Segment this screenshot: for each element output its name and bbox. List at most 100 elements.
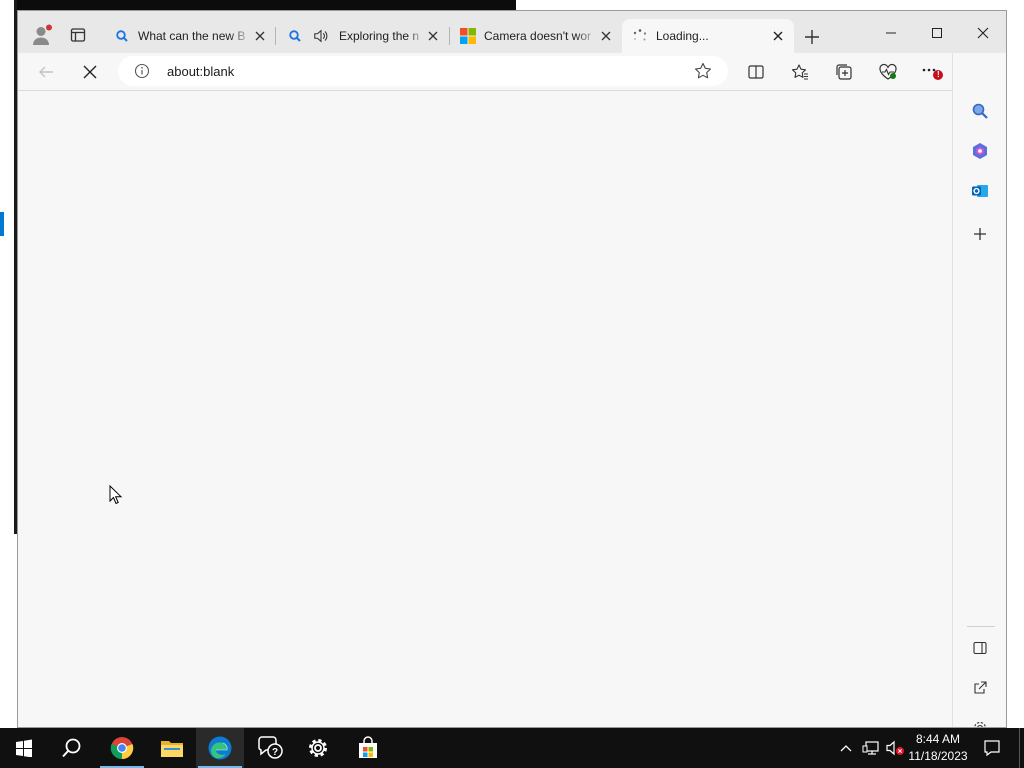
clock-time: 8:44 AM bbox=[915, 732, 961, 746]
tab-loading-active[interactable]: Loading... bbox=[622, 19, 794, 53]
volume-muted-icon bbox=[886, 740, 904, 756]
back-button[interactable] bbox=[32, 59, 60, 85]
search-icon bbox=[62, 738, 81, 758]
show-desktop-button[interactable] bbox=[1019, 728, 1024, 768]
sidebar-search-button[interactable] bbox=[966, 97, 994, 125]
heartbeat-icon bbox=[879, 63, 897, 80]
favorites-icon bbox=[791, 64, 808, 80]
collections-icon bbox=[836, 64, 852, 80]
minimize-icon bbox=[886, 32, 896, 34]
close-icon bbox=[773, 31, 783, 41]
file-explorer-icon bbox=[161, 741, 183, 757]
show-hidden-icons-button[interactable] bbox=[836, 728, 856, 768]
sidebar-settings-button[interactable] bbox=[966, 714, 994, 727]
notification-badge: ! bbox=[937, 70, 940, 79]
more-options-icon bbox=[922, 68, 943, 80]
start-button[interactable] bbox=[0, 728, 48, 768]
maximize-icon bbox=[932, 28, 942, 38]
info-icon[interactable] bbox=[134, 63, 150, 79]
settings-and-more-button[interactable]: ! bbox=[918, 59, 946, 85]
close-icon bbox=[601, 31, 611, 41]
tab-close-button[interactable] bbox=[252, 28, 268, 44]
action-center-button[interactable] bbox=[980, 728, 1004, 768]
tab-actions-icon bbox=[70, 28, 86, 42]
network-tray-button[interactable] bbox=[860, 728, 882, 768]
sidebar-outlook-button[interactable] bbox=[966, 177, 994, 205]
taskbar-file-explorer-button[interactable] bbox=[148, 728, 196, 768]
address-bar[interactable]: about:blank bbox=[118, 56, 728, 86]
gear-icon bbox=[974, 721, 986, 727]
taskbar-clock[interactable]: 8:44 AM 11/18/2023 bbox=[904, 731, 972, 765]
chrome-icon bbox=[110, 737, 134, 760]
sidebar-panel-icon bbox=[973, 641, 987, 655]
minimize-button[interactable] bbox=[868, 19, 914, 47]
plus-icon bbox=[974, 228, 986, 240]
tab-separator bbox=[275, 27, 276, 45]
new-tab-button[interactable] bbox=[802, 27, 822, 47]
tab-exploring-the-new[interactable]: Exploring the n bbox=[277, 19, 449, 53]
desktop-background bbox=[0, 0, 14, 728]
tab-title: Loading... bbox=[656, 29, 709, 43]
tab-actions-button[interactable] bbox=[66, 23, 90, 47]
close-icon bbox=[255, 31, 265, 41]
windows-start-icon bbox=[16, 739, 32, 757]
sidebar-copilot-button[interactable] bbox=[966, 137, 994, 165]
taskbar-search-button[interactable] bbox=[48, 728, 96, 768]
volume-tray-button[interactable] bbox=[884, 728, 906, 768]
navigation-toolbar: about:blank ! bbox=[18, 53, 1006, 91]
close-icon bbox=[977, 27, 989, 39]
chevron-up-icon bbox=[840, 745, 852, 752]
tab-bar: What can the new B Exploring the n Camer… bbox=[18, 11, 1006, 53]
plus-icon bbox=[805, 30, 819, 44]
store-icon bbox=[359, 736, 377, 758]
external-link-icon bbox=[974, 681, 987, 694]
outlook-icon bbox=[972, 185, 988, 197]
search-icon bbox=[972, 103, 988, 119]
tab-close-button[interactable] bbox=[598, 28, 614, 44]
tab-title: What can the new B bbox=[138, 29, 246, 43]
edge-browser-window: What can the new B Exploring the n Camer… bbox=[17, 10, 1007, 728]
copilot-icon bbox=[973, 143, 987, 159]
microsoft-logo-icon bbox=[460, 28, 476, 44]
maximize-button[interactable] bbox=[914, 19, 960, 47]
taskbar-store-button[interactable] bbox=[344, 728, 392, 768]
tab-close-button[interactable] bbox=[770, 28, 786, 44]
tab-camera-doesnt-work[interactable]: Camera doesn't wor bbox=[450, 19, 622, 53]
search-icon bbox=[114, 28, 130, 44]
address-bar-url[interactable]: about:blank bbox=[167, 64, 234, 79]
page-content-area[interactable] bbox=[18, 92, 952, 727]
tab-close-button[interactable] bbox=[425, 28, 441, 44]
speaker-icon[interactable] bbox=[313, 28, 329, 44]
close-icon bbox=[428, 31, 438, 41]
split-screen-button[interactable] bbox=[742, 59, 770, 85]
notification-icon bbox=[984, 740, 1000, 757]
clock-date: 11/18/2023 bbox=[908, 749, 968, 763]
search-icon bbox=[287, 28, 303, 44]
add-favorite-star-icon[interactable] bbox=[694, 62, 712, 80]
loading-spinner-icon bbox=[632, 28, 648, 44]
mouse-cursor bbox=[109, 484, 123, 505]
sidebar-hide-button[interactable] bbox=[966, 634, 994, 662]
tab-what-can-the-new-bing[interactable]: What can the new B bbox=[104, 19, 276, 53]
windows-taskbar: ? 8:44 AM 11/18/2023 bbox=[0, 728, 1024, 768]
background-window-edge bbox=[16, 0, 516, 10]
collections-button[interactable] bbox=[830, 59, 858, 85]
taskbar-settings-button[interactable] bbox=[294, 728, 342, 768]
svg-text:?: ? bbox=[272, 747, 278, 758]
profile-avatar-button[interactable] bbox=[30, 23, 54, 47]
taskbar-chrome-button[interactable] bbox=[98, 728, 146, 768]
edge-sidebar bbox=[952, 53, 1006, 727]
edge-icon bbox=[208, 736, 232, 760]
sidebar-open-in-window-button[interactable] bbox=[966, 674, 994, 702]
taskbar-feedback-hub-button[interactable]: ? bbox=[246, 728, 294, 768]
stop-loading-button[interactable] bbox=[76, 59, 104, 85]
taskbar-edge-button[interactable] bbox=[196, 728, 244, 768]
sidebar-add-button[interactable] bbox=[966, 220, 994, 248]
profile-icon bbox=[33, 24, 52, 45]
favorites-button[interactable] bbox=[786, 59, 814, 85]
sidebar-divider bbox=[967, 626, 995, 627]
close-window-button[interactable] bbox=[960, 19, 1006, 47]
browser-essentials-button[interactable] bbox=[874, 59, 902, 85]
settings-icon bbox=[309, 739, 327, 757]
close-icon bbox=[83, 65, 97, 79]
